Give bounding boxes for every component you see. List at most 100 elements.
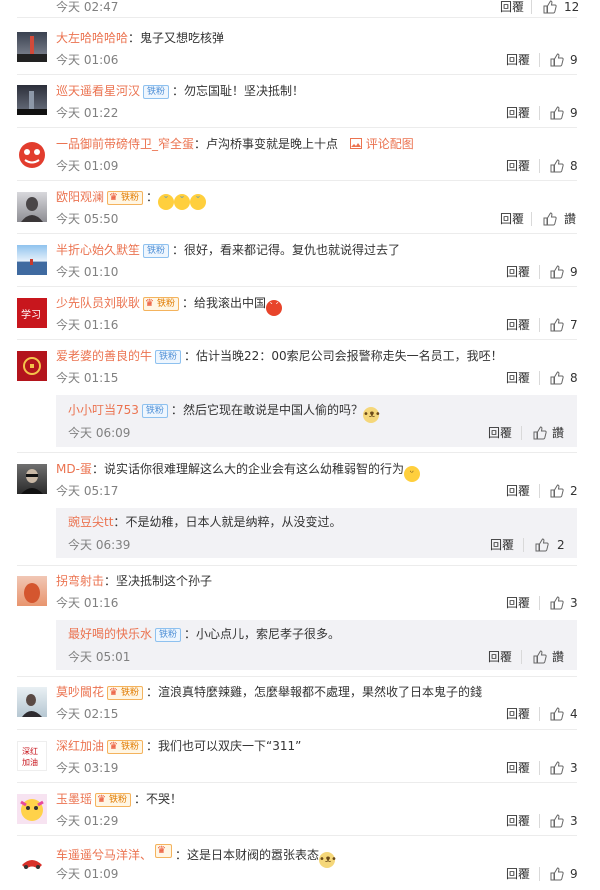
- fan-badge-crown-only[interactable]: ♛: [155, 844, 173, 858]
- fan-badge[interactable]: ♛ 铁粉: [107, 686, 144, 700]
- thumbs-up-icon[interactable]: [550, 707, 564, 721]
- thumbs-up-icon[interactable]: [533, 650, 547, 664]
- fan-badge-label: 铁粉: [157, 299, 176, 309]
- reply-button[interactable]: 回覆: [506, 866, 530, 882]
- avatar[interactable]: 学习: [17, 298, 47, 328]
- thumbs-up-icon[interactable]: [550, 596, 564, 610]
- thumbs-up-icon[interactable]: [550, 814, 564, 828]
- avatar[interactable]: [17, 847, 47, 877]
- avatar[interactable]: [17, 687, 47, 717]
- divider: [539, 596, 540, 610]
- comment-time: 今天 01:06: [56, 53, 119, 67]
- reply-button[interactable]: 回覆: [506, 264, 530, 280]
- thumbs-up-icon[interactable]: [550, 867, 564, 881]
- username[interactable]: 豌豆尖tt: [68, 515, 113, 529]
- avatar[interactable]: [17, 139, 47, 169]
- fan-badge[interactable]: 铁粉: [155, 350, 182, 364]
- crying-emoji-icon: ˘: [190, 194, 207, 210]
- fan-badge[interactable]: ♛ 铁粉: [143, 297, 180, 311]
- comment-time: 今天 01:22: [56, 106, 119, 120]
- reply-button[interactable]: 回覆: [488, 649, 512, 665]
- avatar[interactable]: [17, 245, 47, 275]
- reply-button[interactable]: 回覆: [506, 158, 530, 174]
- reply-button[interactable]: 回覆: [490, 537, 514, 553]
- divider: [17, 180, 577, 181]
- reply-button[interactable]: 回覆: [506, 52, 530, 68]
- thumbs-up-icon[interactable]: [550, 265, 564, 279]
- angry-emoji-icon: ˋˊ: [266, 300, 283, 316]
- fan-badge[interactable]: ♛ 铁粉: [107, 740, 144, 754]
- comment-image-link[interactable]: 评论配图: [349, 137, 414, 151]
- crown-icon: ♛: [109, 192, 118, 203]
- username[interactable]: 一品御前带磅侍卫_窄全蛋: [56, 137, 194, 151]
- thumbs-up-icon[interactable]: [550, 371, 564, 385]
- reply-thread: 最好喝的快乐水 铁粉 ：小心点儿，索尼孝子很多。 今天 05:01 回覆 讚: [56, 620, 577, 670]
- avatar[interactable]: [17, 464, 47, 494]
- thumbs-up-icon[interactable]: [550, 484, 564, 498]
- reply-button[interactable]: 回覆: [500, 0, 524, 15]
- thumbs-up-icon[interactable]: [535, 538, 549, 552]
- comment-item: 爱老婆的善良的牛 铁粉 ：估计当晚22：00索尼公司会报警称走失一名员工，我呸！ 今…: [0, 348, 600, 448]
- reply-button[interactable]: 回覆: [506, 483, 530, 499]
- username[interactable]: 欧阳观澜: [56, 190, 104, 204]
- thumbs-up-icon[interactable]: [550, 318, 564, 332]
- fan-badge-label: 铁粉: [109, 795, 128, 805]
- reply-button[interactable]: 回覆: [506, 706, 530, 722]
- username[interactable]: 莫吵閫花: [56, 685, 104, 699]
- comment-item: 大左哈哈哈哈：鬼子又想吃核弹 今天 01:06 回覆 9: [0, 30, 600, 78]
- username[interactable]: 深红加油: [56, 739, 104, 753]
- divider: [17, 676, 577, 677]
- divider: [531, 212, 532, 226]
- comment-time: 今天 01:29: [56, 814, 119, 828]
- avatar[interactable]: [17, 351, 47, 381]
- username[interactable]: 最好喝的快乐水: [68, 627, 152, 641]
- reply-button[interactable]: 回覆: [506, 105, 530, 121]
- avatar[interactable]: 深红 加油: [17, 741, 47, 771]
- avatar[interactable]: [17, 576, 47, 606]
- like-count: 3: [570, 814, 578, 828]
- thumbs-up-icon[interactable]: [550, 761, 564, 775]
- fan-badge[interactable]: 铁粉: [141, 404, 168, 418]
- avatar[interactable]: [17, 32, 47, 62]
- comment-time: 今天 01:10: [56, 265, 119, 279]
- reply-button[interactable]: 回覆: [506, 370, 530, 386]
- fan-badge[interactable]: 铁粉: [143, 244, 170, 258]
- username[interactable]: 半折心始久默笙: [56, 243, 140, 257]
- username[interactable]: MD-蛋: [56, 462, 92, 476]
- crown-icon: ♛: [109, 687, 118, 698]
- reply-button[interactable]: 回覆: [488, 425, 512, 441]
- thumbs-up-icon[interactable]: [543, 212, 557, 226]
- like-count: 9: [570, 53, 578, 67]
- username[interactable]: 巡天遥看星河汉: [56, 84, 140, 98]
- reply-button[interactable]: 回覆: [506, 760, 530, 776]
- reply-button[interactable]: 回覆: [500, 211, 524, 227]
- divider: [539, 707, 540, 721]
- username[interactable]: 拐弯射击: [56, 574, 104, 588]
- username[interactable]: 车遥遥兮马洋洋、: [56, 848, 152, 862]
- reply-button[interactable]: 回覆: [506, 317, 530, 333]
- fan-badge[interactable]: 铁粉: [155, 628, 182, 642]
- divider: [17, 782, 577, 783]
- fan-badge[interactable]: 铁粉: [143, 85, 170, 99]
- avatar[interactable]: [17, 192, 47, 222]
- thumbs-up-icon[interactable]: [550, 53, 564, 67]
- thumbs-up-icon[interactable]: [550, 106, 564, 120]
- reply-button[interactable]: 回覆: [506, 813, 530, 829]
- divider: [17, 286, 577, 287]
- thumbs-up-icon[interactable]: [533, 426, 547, 440]
- username[interactable]: 大左哈哈哈哈: [56, 31, 128, 45]
- divider: [539, 867, 540, 881]
- thumbs-up-icon[interactable]: [543, 0, 557, 14]
- fan-badge[interactable]: ♛ 铁粉: [95, 793, 132, 807]
- thumbs-up-icon[interactable]: [550, 159, 564, 173]
- username[interactable]: 玉墨瑶: [56, 792, 92, 806]
- crying-emoji-icon: ˘: [158, 194, 175, 210]
- avatar[interactable]: [17, 85, 47, 115]
- username[interactable]: 小小叮当753: [68, 403, 139, 417]
- divider: [539, 106, 540, 120]
- fan-badge[interactable]: ♛ 铁粉: [107, 191, 144, 205]
- username[interactable]: 爱老婆的善良的牛: [56, 349, 152, 363]
- username[interactable]: 少先队员刘耿耿: [56, 296, 140, 310]
- reply-button[interactable]: 回覆: [506, 595, 530, 611]
- avatar[interactable]: [17, 794, 47, 824]
